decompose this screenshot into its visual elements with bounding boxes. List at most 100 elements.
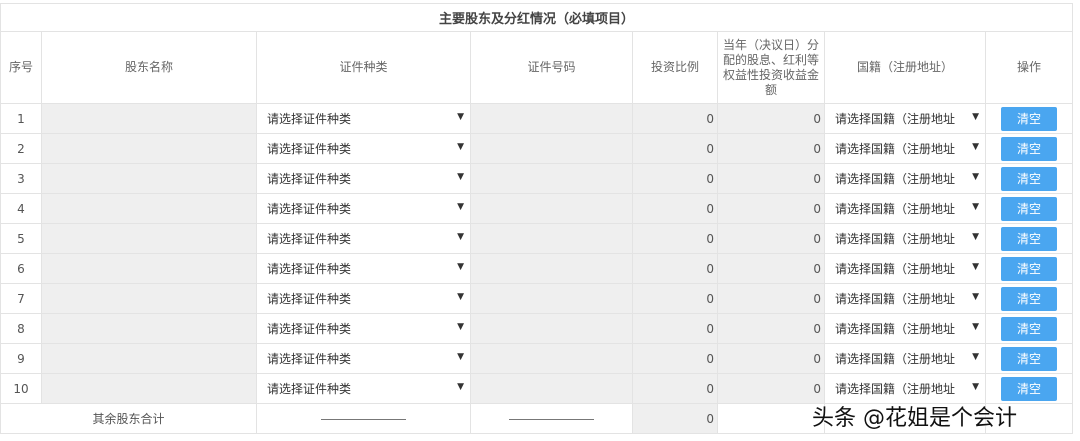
id-number-input[interactable]	[470, 313, 633, 344]
nationality-value: 请选择国籍（注册地址	[835, 112, 956, 126]
table-row: 2 请选择证件种类 ▼ 0 0 请选择国籍（注册地址 ▼ 清空	[0, 133, 1074, 164]
nationality-value: 请选择国籍（注册地址	[835, 382, 956, 396]
clear-button[interactable]: 清空	[1001, 106, 1057, 131]
dropdown-arrow-icon: ▼	[972, 112, 979, 122]
id-type-select[interactable]: 请选择证件种类 ▼	[256, 343, 471, 374]
id-type-select[interactable]: 请选择证件种类 ▼	[256, 373, 471, 404]
nationality-select[interactable]: 请选择国籍（注册地址 ▼	[824, 313, 986, 344]
ratio-input[interactable]: 0	[632, 133, 718, 164]
dividend-input[interactable]: 0	[717, 253, 825, 284]
nationality-select[interactable]: 请选择国籍（注册地址 ▼	[824, 343, 986, 374]
ratio-input[interactable]: 0	[632, 253, 718, 284]
clear-button[interactable]: 清空	[1001, 196, 1057, 221]
nationality-select[interactable]: 请选择国籍（注册地址 ▼	[824, 223, 986, 254]
id-type-value: 请选择证件种类	[267, 172, 352, 186]
nationality-select[interactable]: 请选择国籍（注册地址 ▼	[824, 193, 986, 224]
shareholder-name-input[interactable]	[41, 313, 257, 344]
clear-button[interactable]: 清空	[1001, 226, 1057, 251]
shareholder-name-input[interactable]	[41, 343, 257, 374]
dropdown-arrow-icon: ▼	[972, 172, 979, 182]
nationality-select[interactable]: 请选择国籍（注册地址 ▼	[824, 163, 986, 194]
ratio-input[interactable]: 0	[632, 223, 718, 254]
clear-button[interactable]: 清空	[1001, 166, 1057, 191]
nationality-select[interactable]: 请选择国籍（注册地址 ▼	[824, 253, 986, 284]
shareholder-name-input[interactable]	[41, 163, 257, 194]
ratio-input[interactable]: 0	[632, 313, 718, 344]
id-number-input[interactable]	[470, 223, 633, 254]
header-id-type: 证件种类	[256, 31, 471, 104]
row-no: 5	[0, 223, 42, 254]
id-number-input[interactable]	[470, 373, 633, 404]
id-number-input[interactable]	[470, 163, 633, 194]
id-number-input[interactable]	[470, 193, 633, 224]
nationality-select[interactable]: 请选择国籍（注册地址 ▼	[824, 103, 986, 134]
ratio-input[interactable]: 0	[632, 193, 718, 224]
shareholder-name-input[interactable]	[41, 253, 257, 284]
id-number-input[interactable]	[470, 253, 633, 284]
dropdown-arrow-icon: ▼	[972, 232, 979, 242]
id-number-input[interactable]	[470, 283, 633, 314]
id-type-select[interactable]: 请选择证件种类 ▼	[256, 103, 471, 134]
row-no: 7	[0, 283, 42, 314]
ratio-input[interactable]: 0	[632, 373, 718, 404]
footer-ratio: 0	[632, 403, 718, 434]
nationality-select[interactable]: 请选择国籍（注册地址 ▼	[824, 133, 986, 164]
shareholder-name-input[interactable]	[41, 283, 257, 314]
dividend-input[interactable]: 0	[717, 313, 825, 344]
row-no: 2	[0, 133, 42, 164]
row-no: 3	[0, 163, 42, 194]
dividend-input[interactable]: 0	[717, 163, 825, 194]
row-no: 9	[0, 343, 42, 374]
clear-button[interactable]: 清空	[1001, 376, 1057, 401]
ratio-input[interactable]: 0	[632, 283, 718, 314]
shareholder-name-input[interactable]	[41, 103, 257, 134]
id-type-value: 请选择证件种类	[267, 292, 352, 306]
clear-button[interactable]: 清空	[1001, 346, 1057, 371]
ratio-input[interactable]: 0	[632, 103, 718, 134]
dropdown-arrow-icon: ▼	[972, 262, 979, 272]
dropdown-arrow-icon: ▼	[457, 262, 464, 272]
dividend-input[interactable]: 0	[717, 343, 825, 374]
dividend-input[interactable]: 0	[717, 193, 825, 224]
id-type-select[interactable]: 请选择证件种类 ▼	[256, 163, 471, 194]
dividend-input[interactable]: 0	[717, 373, 825, 404]
dropdown-arrow-icon: ▼	[972, 202, 979, 212]
table-row: 4 请选择证件种类 ▼ 0 0 请选择国籍（注册地址 ▼ 清空	[0, 193, 1074, 224]
dash	[321, 418, 406, 420]
dividend-input[interactable]: 0	[717, 283, 825, 314]
id-type-value: 请选择证件种类	[267, 352, 352, 366]
id-type-select[interactable]: 请选择证件种类 ▼	[256, 133, 471, 164]
nationality-value: 请选择国籍（注册地址	[835, 352, 956, 366]
id-type-select[interactable]: 请选择证件种类 ▼	[256, 253, 471, 284]
id-number-input[interactable]	[470, 133, 633, 164]
nationality-select[interactable]: 请选择国籍（注册地址 ▼	[824, 283, 986, 314]
id-type-select[interactable]: 请选择证件种类 ▼	[256, 283, 471, 314]
header-no: 序号	[0, 31, 42, 104]
id-number-input[interactable]	[470, 343, 633, 374]
dividend-input[interactable]: 0	[717, 133, 825, 164]
clear-button[interactable]: 清空	[1001, 316, 1057, 341]
ratio-input[interactable]: 0	[632, 343, 718, 374]
id-type-select[interactable]: 请选择证件种类 ▼	[256, 193, 471, 224]
id-type-select[interactable]: 请选择证件种类 ▼	[256, 313, 471, 344]
dividend-input[interactable]: 0	[717, 223, 825, 254]
nationality-value: 请选择国籍（注册地址	[835, 322, 956, 336]
shareholder-name-input[interactable]	[41, 193, 257, 224]
clear-button[interactable]: 清空	[1001, 136, 1057, 161]
dropdown-arrow-icon: ▼	[457, 142, 464, 152]
dividend-input[interactable]: 0	[717, 103, 825, 134]
shareholder-name-input[interactable]	[41, 133, 257, 164]
nationality-value: 请选择国籍（注册地址	[835, 142, 956, 156]
clear-button[interactable]: 清空	[1001, 286, 1057, 311]
ratio-input[interactable]: 0	[632, 163, 718, 194]
id-type-value: 请选择证件种类	[267, 262, 352, 276]
id-type-select[interactable]: 请选择证件种类 ▼	[256, 223, 471, 254]
table-row: 10 请选择证件种类 ▼ 0 0 请选择国籍（注册地址 ▼ 清空	[0, 373, 1074, 404]
id-number-input[interactable]	[470, 103, 633, 134]
shareholder-name-input[interactable]	[41, 373, 257, 404]
nationality-select[interactable]: 请选择国籍（注册地址 ▼	[824, 373, 986, 404]
dropdown-arrow-icon: ▼	[457, 112, 464, 122]
shareholder-name-input[interactable]	[41, 223, 257, 254]
dropdown-arrow-icon: ▼	[972, 322, 979, 332]
clear-button[interactable]: 清空	[1001, 256, 1057, 281]
